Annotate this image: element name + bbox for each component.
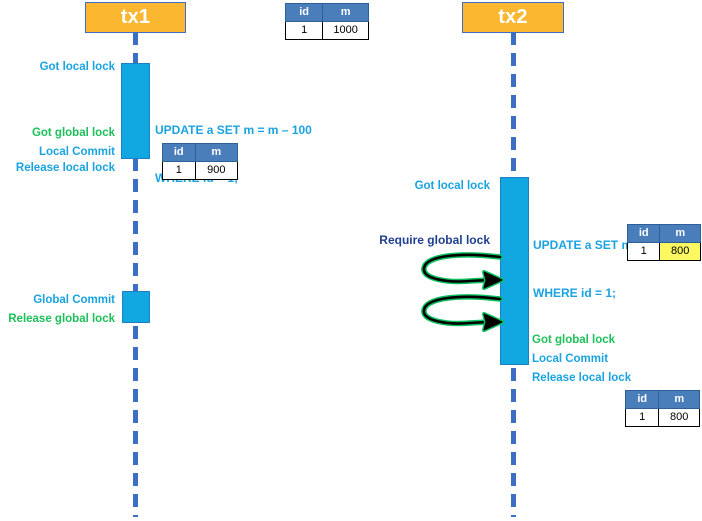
cell-m: 800 xyxy=(658,408,700,427)
tx2-release-local-lock-text: Release local lock xyxy=(532,372,632,384)
tx1-header-label: tx1 xyxy=(120,6,151,28)
col-header-id: id xyxy=(626,224,661,243)
tx1-global-commit-label: Global Commit xyxy=(0,294,115,307)
wait-retry-arrow-2 xyxy=(421,294,504,332)
table-tx2-after-commit: id m 1 800 xyxy=(624,390,700,427)
table-row: 1 1000 xyxy=(284,21,369,40)
tx1-got-local-lock-label: Got local lock xyxy=(0,61,115,74)
cell-id: 1 xyxy=(284,21,324,40)
tx1-sql-line-1: UPDATE a SET m = m – 100 xyxy=(155,123,312,137)
tx2-require-global-lock-label: Require global lock xyxy=(358,234,490,247)
tx2-header-box[interactable]: tx2 xyxy=(462,2,564,33)
tx1-header-box[interactable]: tx1 xyxy=(85,2,186,33)
cell-id: 1 xyxy=(624,408,660,427)
table-row: id m xyxy=(626,224,701,243)
tx1-release-global-lock-text: Release global lock xyxy=(8,313,115,325)
cell-m-highlighted: 800 xyxy=(659,242,701,261)
col-header-id: id xyxy=(624,390,660,409)
table-row: 1 800 xyxy=(624,408,700,427)
cell-id: 1 xyxy=(626,242,661,261)
cell-id: 1 xyxy=(162,161,196,180)
tx1-got-global-lock-text: Got global lock xyxy=(31,127,115,139)
tx1-release-global-lock-label: Release global lock xyxy=(0,313,115,326)
table-row: 1 900 xyxy=(162,161,239,180)
tx1-got-local-lock-text: Got local lock xyxy=(39,61,115,73)
table-initial-state: id m 1 1000 xyxy=(284,3,369,40)
col-header-m: m xyxy=(194,143,239,162)
table-row: id m xyxy=(284,3,369,22)
col-header-m: m xyxy=(659,224,701,243)
cell-m: 900 xyxy=(194,161,239,180)
col-header-id: id xyxy=(162,143,196,162)
sequence-diagram: tx1 Got local lock Got global lock Local… xyxy=(0,0,702,521)
col-header-m: m xyxy=(322,3,369,22)
cell-m: 1000 xyxy=(322,21,369,40)
tx2-got-local-lock-text: Got local lock xyxy=(414,180,490,192)
tx2-got-global-lock-text: Got global lock xyxy=(532,334,616,346)
tx1-local-commit-text: Local Commit xyxy=(38,146,115,158)
tx2-local-commit-label: Local Commit xyxy=(532,353,608,366)
tx1-release-local-lock-label: Release local lock xyxy=(0,162,115,175)
tx2-local-commit-text: Local Commit xyxy=(532,353,609,365)
tx1-local-commit-label: Local Commit xyxy=(0,146,115,159)
table-tx1-after-update: id m 1 900 xyxy=(162,143,239,180)
table-row: 1 800 xyxy=(626,242,701,261)
table-tx2-pending-update: id m 1 800 xyxy=(626,224,701,261)
tx1-release-local-lock-text: Release local lock xyxy=(15,162,115,174)
table-row: id m xyxy=(162,143,239,162)
tx2-sql-line-2: WHERE id = 1; xyxy=(533,286,617,300)
tx2-got-local-lock-label: Got local lock xyxy=(375,180,490,193)
col-header-id: id xyxy=(284,3,324,22)
tx2-require-global-lock-text: Require global lock xyxy=(379,233,490,247)
tx1-activation-bar xyxy=(121,63,150,159)
tx1-got-global-lock-label: Got global lock xyxy=(0,127,115,140)
tx1-global-commit-text: Global Commit xyxy=(33,294,115,306)
tx2-release-local-lock-label: Release local lock xyxy=(532,372,631,385)
tx2-header-label: tx2 xyxy=(498,6,528,28)
table-row: id m xyxy=(624,390,700,409)
tx1-global-commit-bar xyxy=(122,291,150,323)
col-header-m: m xyxy=(658,390,700,409)
tx2-got-global-lock-label: Got global lock xyxy=(532,334,615,347)
